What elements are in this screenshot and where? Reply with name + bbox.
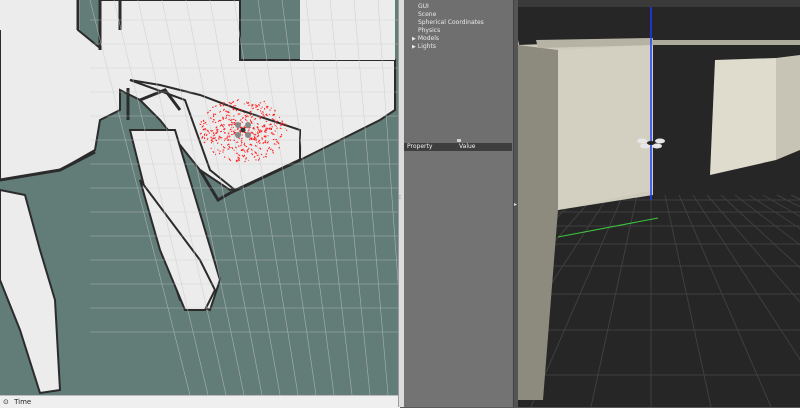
- tree-item-scene[interactable]: Scene: [418, 11, 436, 18]
- tree-item-models[interactable]: ▶Models: [412, 35, 439, 42]
- splitter-grip-icon[interactable]: ⁝: [399, 194, 402, 198]
- properties-table: [404, 151, 512, 407]
- property-column-header[interactable]: Property: [407, 143, 432, 151]
- rviz-map-view[interactable]: [0, 0, 398, 395]
- properties-header: Property Value: [404, 143, 512, 151]
- collapse-arrow-icon[interactable]: ▸: [514, 201, 517, 208]
- clock-icon: ⊙: [3, 398, 9, 406]
- occupancy-map[interactable]: [0, 0, 398, 395]
- scene-render[interactable]: [518, 0, 800, 407]
- world-tree[interactable]: GUI Scene Spherical Coordinates Physics …: [404, 0, 514, 140]
- tree-item-spherical-coordinates[interactable]: Spherical Coordinates: [418, 19, 484, 26]
- value-column-header[interactable]: Value: [459, 143, 475, 151]
- tree-item-lights[interactable]: ▶Lights: [412, 43, 436, 50]
- gazebo-3d-viewport[interactable]: [518, 0, 800, 407]
- panel-split-handle[interactable]: [457, 139, 461, 142]
- viewport-toolbar: [518, 0, 800, 7]
- time-label: Time: [14, 398, 31, 406]
- tree-item-physics[interactable]: Physics: [418, 27, 440, 34]
- tree-item-gui[interactable]: GUI: [418, 3, 429, 10]
- time-panel[interactable]: ⊙ Time: [0, 395, 400, 408]
- expand-arrow-icon[interactable]: ▶: [412, 36, 416, 42]
- expand-arrow-icon[interactable]: ▶: [412, 44, 416, 50]
